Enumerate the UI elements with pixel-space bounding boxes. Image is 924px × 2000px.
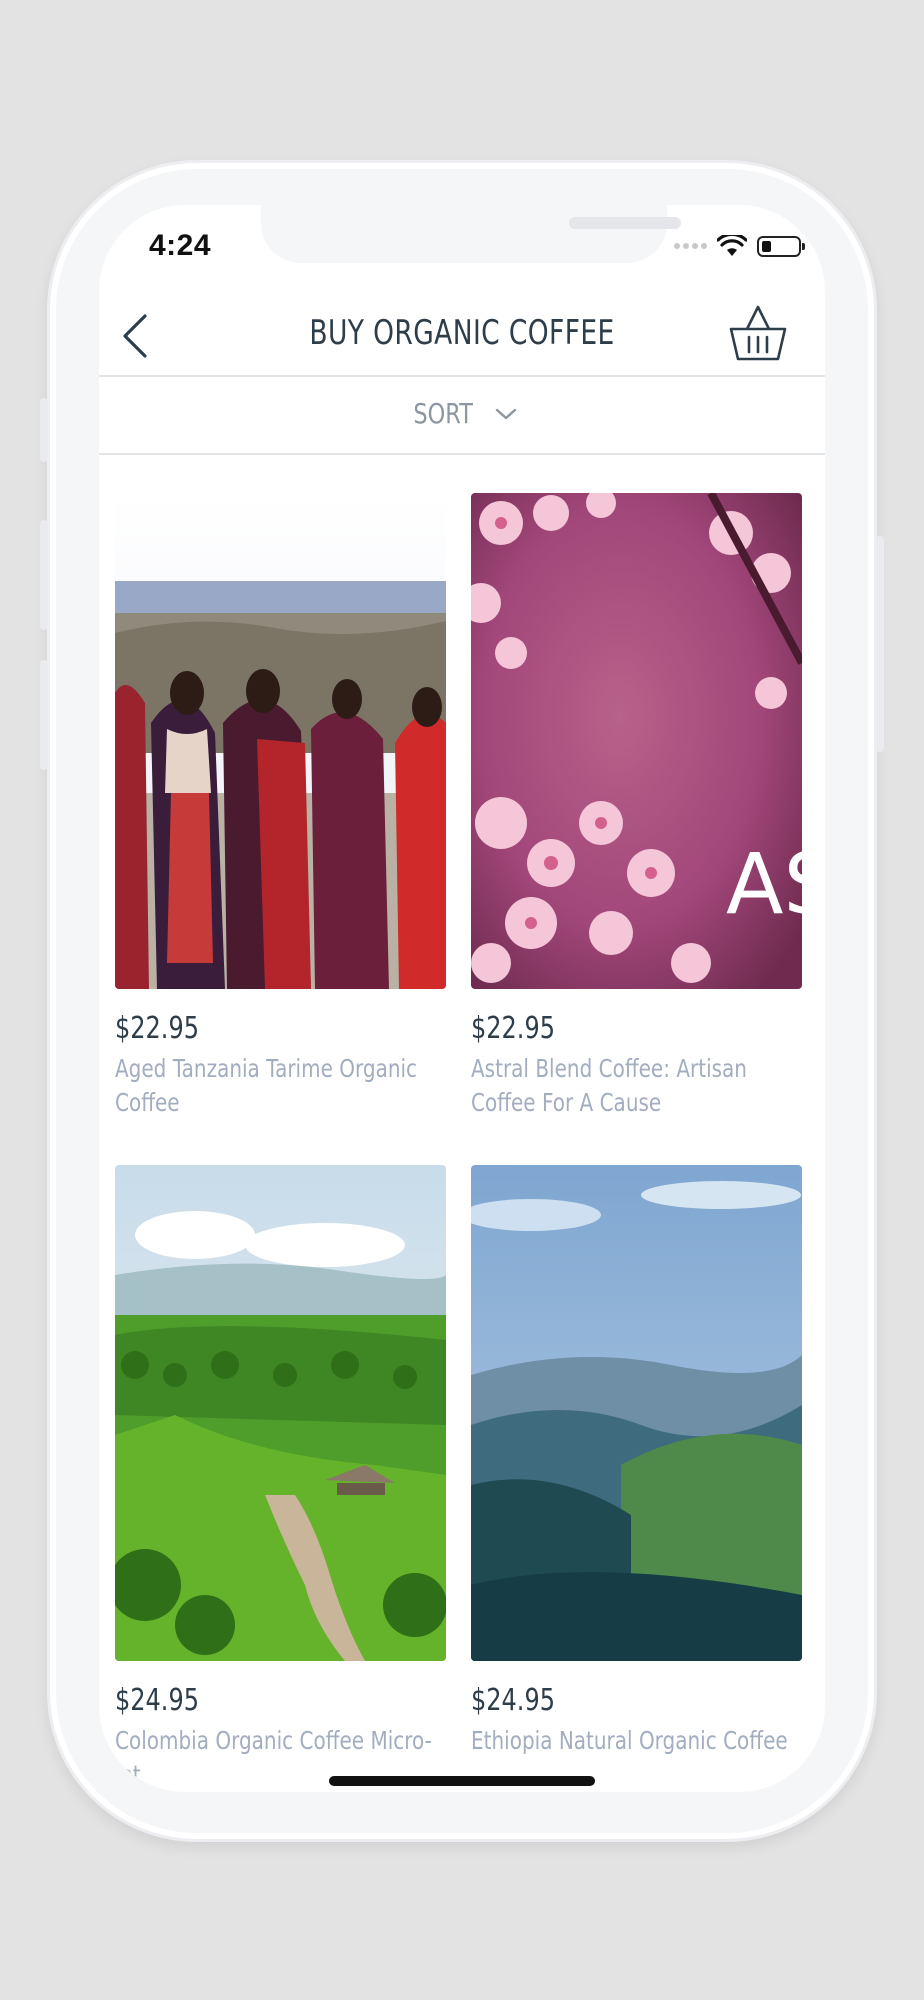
- sort-label: SORT: [413, 397, 473, 430]
- phone-side-button-power: [876, 536, 884, 752]
- sort-button[interactable]: SORT: [99, 397, 825, 430]
- cart-button[interactable]: [727, 303, 789, 365]
- status-time: 4:24: [149, 229, 212, 262]
- home-indicator[interactable]: [329, 1776, 595, 1786]
- speaker-grille: [569, 217, 681, 229]
- chevron-down-icon: [495, 408, 517, 419]
- product-card[interactable]: $24.95 Ethiopia Natural Organic Coffee: [471, 1165, 802, 1758]
- phone-side-button-volume-up: [40, 520, 48, 630]
- product-card[interactable]: $24.95 Colombia Organic Coffee Micro-lot: [115, 1165, 446, 1792]
- wifi-icon: [717, 235, 747, 256]
- chevron-left-icon: [123, 314, 147, 358]
- app-header: BUY ORGANIC COFFEE: [99, 293, 825, 377]
- product-price: $24.95: [471, 1683, 555, 1718]
- status-icons: [674, 235, 805, 257]
- sort-bar[interactable]: SORT: [99, 377, 825, 455]
- cherry-blossom-image: AS: [471, 493, 802, 989]
- product-image-astral[interactable]: AS: [471, 493, 802, 989]
- mountain-valley-image: [471, 1165, 802, 1661]
- product-image-text: AS: [726, 835, 802, 933]
- back-button[interactable]: [117, 311, 157, 361]
- battery-icon: [757, 235, 805, 257]
- product-image-ethiopia[interactable]: [471, 1165, 802, 1661]
- product-image-colombia[interactable]: [115, 1165, 446, 1661]
- app-screen: 4:24 BUY ORGANIC COFFEE SORT $22.95 Aged…: [99, 205, 825, 1792]
- product-name[interactable]: Ethiopia Natural Organic Coffee: [471, 1724, 803, 1758]
- product-card[interactable]: $22.95 Aged Tanzania Tarime Organic Coff…: [115, 493, 446, 1120]
- basket-icon: [729, 305, 787, 361]
- product-card[interactable]: AS $22.95 Astral Blend Coffee: Artisan C…: [471, 493, 802, 1120]
- phone-side-button-volume-down: [40, 660, 48, 770]
- notch: [261, 205, 681, 263]
- product-name[interactable]: Aged Tanzania Tarime Organic Coffee: [115, 1052, 447, 1120]
- product-price: $22.95: [471, 1011, 555, 1046]
- product-name[interactable]: Astral Blend Coffee: Artisan Coffee For …: [471, 1052, 803, 1120]
- product-price: $22.95: [115, 1011, 199, 1046]
- phone-side-button-mute: [40, 398, 48, 462]
- tanzania-people-image: [115, 493, 446, 989]
- signal-icon: [674, 243, 707, 249]
- product-price: $24.95: [115, 1683, 199, 1718]
- product-image-tanzania[interactable]: [115, 493, 446, 989]
- green-hills-image: [115, 1165, 446, 1661]
- page-title: BUY ORGANIC COFFEE: [309, 313, 615, 353]
